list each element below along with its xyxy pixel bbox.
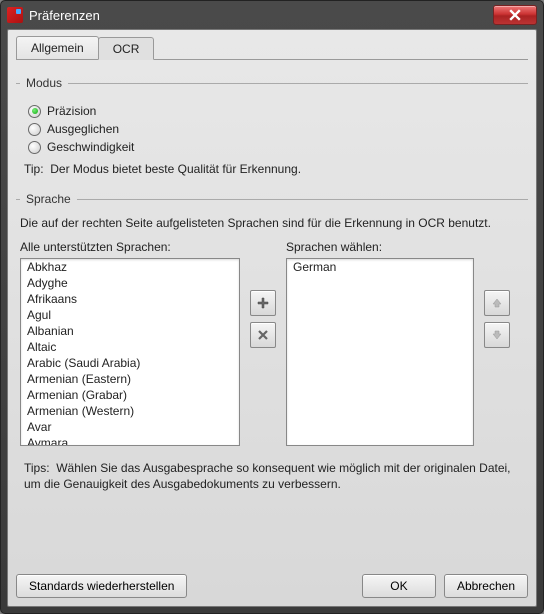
all-languages-list[interactable]: AbkhazAdygheAfrikaansAgulAlbanianAltaicA… — [20, 258, 240, 446]
content-spacer — [16, 500, 528, 564]
list-item[interactable]: Armenian (Western) — [21, 403, 239, 419]
sprache-intro: Die auf der rechten Seite aufgelisteten … — [20, 216, 524, 230]
list-item[interactable]: Agul — [21, 307, 239, 323]
cancel-button[interactable]: Abbrechen — [444, 574, 528, 598]
list-item[interactable]: Armenian (Grabar) — [21, 387, 239, 403]
list-item[interactable]: Arabic (Saudi Arabia) — [21, 355, 239, 371]
close-icon — [509, 9, 521, 21]
tip-label: Tip: — [24, 162, 44, 176]
footer: Standards wiederherstellen OK Abbrechen — [16, 564, 528, 598]
radio-label: Geschwindigkeit — [47, 140, 134, 154]
radio-speed[interactable]: Geschwindigkeit — [28, 140, 524, 154]
preferences-window: Präferenzen Allgemein OCR Modus Präzisio… — [0, 0, 544, 614]
selected-languages-col: Sprachen wählen: German — [286, 240, 474, 446]
tab-ocr[interactable]: OCR — [98, 37, 155, 60]
tips-label: Tips: — [24, 461, 50, 475]
modus-tip: Tip: Der Modus bietet beste Qualität für… — [24, 162, 520, 176]
list-item[interactable]: Altaic — [21, 339, 239, 355]
tabstrip: Allgemein OCR — [16, 36, 528, 60]
remove-language-button[interactable] — [250, 322, 276, 348]
list-item[interactable]: Abkhaz — [21, 259, 239, 275]
list-item[interactable]: German — [287, 259, 473, 275]
modus-legend: Modus — [20, 76, 68, 90]
radio-icon — [28, 141, 41, 154]
add-language-button[interactable] — [250, 290, 276, 316]
list-item[interactable]: Afrikaans — [21, 291, 239, 307]
order-buttons — [484, 290, 510, 348]
radio-label: Ausgeglichen — [47, 122, 119, 136]
radio-icon — [28, 105, 41, 118]
all-languages-col: Alle unterstützten Sprachen: AbkhazAdygh… — [20, 240, 240, 446]
language-area: Alle unterstützten Sprachen: AbkhazAdygh… — [20, 240, 524, 446]
x-icon — [256, 328, 270, 342]
radio-precision[interactable]: Präzision — [28, 104, 524, 118]
arrow-up-icon — [490, 296, 504, 310]
tip-text: Der Modus bietet beste Qualität für Erke… — [50, 162, 301, 176]
modus-group: Modus Präzision Ausgeglichen Geschwindig… — [16, 76, 528, 184]
move-down-button[interactable] — [484, 322, 510, 348]
ok-button[interactable]: OK — [362, 574, 436, 598]
sprache-tips: Tips: Wählen Sie das Ausgabesprache so k… — [24, 460, 520, 492]
window-title: Präferenzen — [29, 8, 493, 23]
radio-icon — [28, 123, 41, 136]
tips-text: Wählen Sie das Ausgabesprache so konsequ… — [24, 461, 511, 491]
radio-balanced[interactable]: Ausgeglichen — [28, 122, 524, 136]
app-icon — [7, 7, 23, 23]
transfer-buttons — [250, 290, 276, 348]
move-up-button[interactable] — [484, 290, 510, 316]
arrow-down-icon — [490, 328, 504, 342]
list-item[interactable]: Armenian (Eastern) — [21, 371, 239, 387]
restore-defaults-button[interactable]: Standards wiederherstellen — [16, 574, 187, 598]
list-item[interactable]: Avar — [21, 419, 239, 435]
close-button[interactable] — [493, 5, 537, 25]
list-item[interactable]: Adyghe — [21, 275, 239, 291]
sprache-legend: Sprache — [20, 192, 77, 206]
tab-content: Modus Präzision Ausgeglichen Geschwindig… — [16, 60, 528, 598]
list-item[interactable]: Albanian — [21, 323, 239, 339]
selected-languages-label: Sprachen wählen: — [286, 240, 474, 254]
sprache-group: Sprache Die auf der rechten Seite aufgel… — [16, 192, 528, 500]
titlebar: Präferenzen — [1, 1, 543, 29]
selected-languages-list[interactable]: German — [286, 258, 474, 446]
all-languages-label: Alle unterstützten Sprachen: — [20, 240, 240, 254]
radio-label: Präzision — [47, 104, 96, 118]
tab-general[interactable]: Allgemein — [16, 36, 99, 59]
list-item[interactable]: Aymara — [21, 435, 239, 446]
client-area: Allgemein OCR Modus Präzision Ausgeglich… — [7, 29, 537, 607]
plus-icon — [256, 296, 270, 310]
